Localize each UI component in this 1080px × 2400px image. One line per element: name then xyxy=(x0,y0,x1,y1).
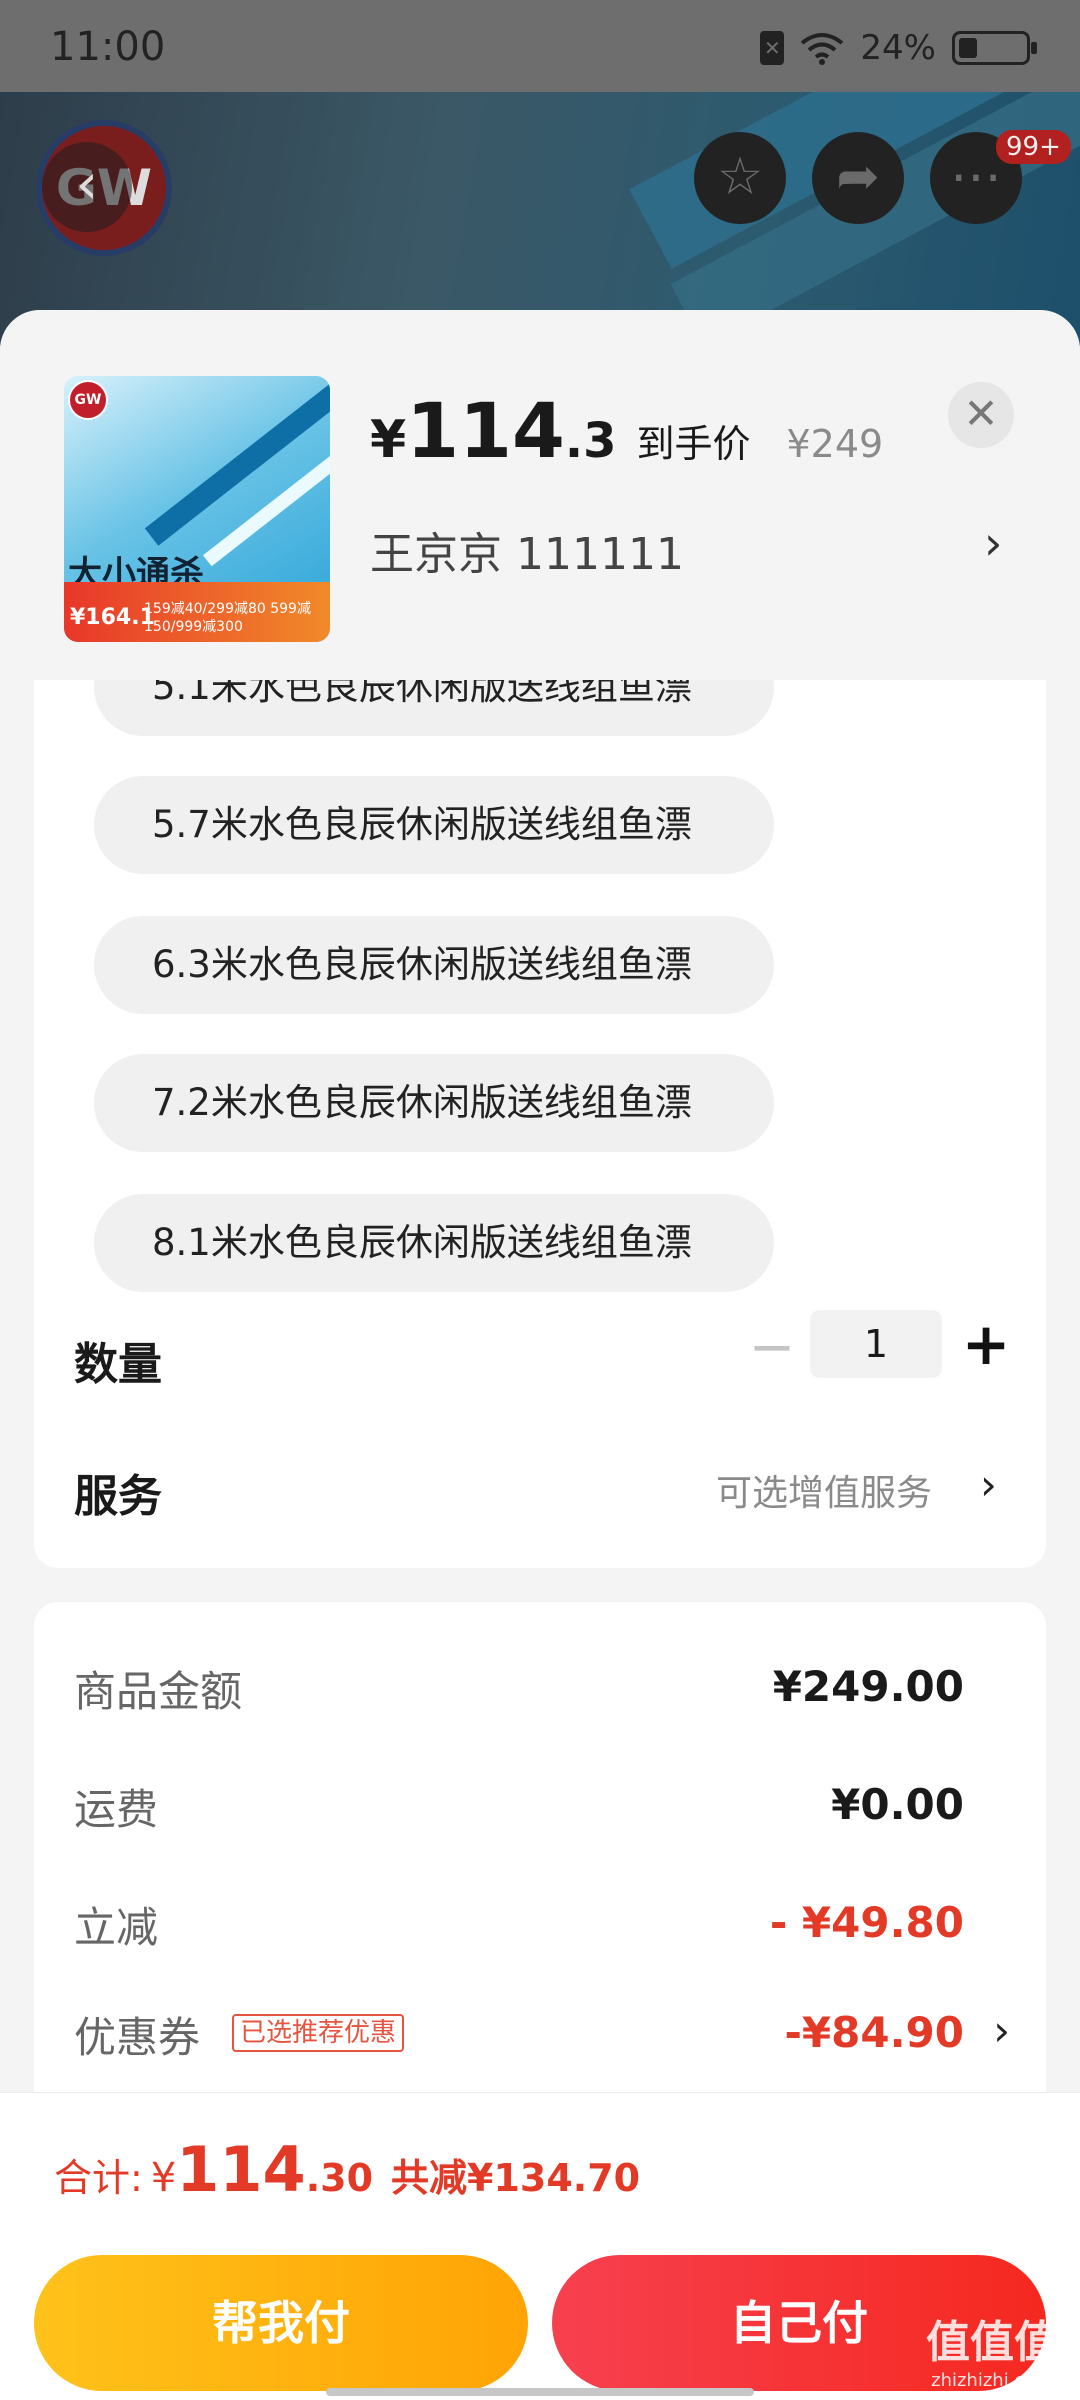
price-integer: 114 xyxy=(406,386,565,475)
chevron-right-icon[interactable]: › xyxy=(984,516,1002,570)
delivery-address[interactable]: 王京京 111111 xyxy=(370,518,684,582)
watermark-text: 值值值 xyxy=(926,2317,1058,2368)
spec-option[interactable]: 5.1米水色良辰休闲版送线组鱼漂 xyxy=(94,680,774,736)
status-time: 11:00 xyxy=(50,24,166,70)
chevron-right-icon[interactable]: › xyxy=(980,1460,997,1509)
favorite-star-icon[interactable]: ☆ xyxy=(694,132,786,224)
summary-row-discount: 立减 - ¥49.80 xyxy=(74,1894,1014,1964)
price-row: ¥ 114 .3 到手价 ¥249 xyxy=(370,386,883,475)
quantity-label: 数量 xyxy=(74,1339,162,1390)
coupon-value: -¥84.90 xyxy=(784,2008,964,2057)
spec-option[interactable]: 8.1米水色良辰休闲版送线组鱼漂 xyxy=(94,1194,774,1292)
back-button[interactable]: ‹ xyxy=(42,142,132,232)
quantity-decrease-button[interactable]: − xyxy=(742,1318,802,1378)
summary-row-coupon[interactable]: 优惠券 已选推荐优惠 -¥84.90 › xyxy=(74,2004,1014,2074)
original-price: ¥249 xyxy=(786,422,884,466)
battery-percent: 24% xyxy=(860,28,936,68)
sim-off-icon: ✕ xyxy=(760,31,785,65)
thumbnail-logo: GW xyxy=(68,380,108,420)
total-decimal: .30 xyxy=(305,2156,374,2200)
total-symbol: ¥ xyxy=(150,2155,177,2201)
shipping-label: 运费 xyxy=(74,1785,159,1834)
status-bar: 11:00 ✕ 24% xyxy=(0,0,1080,92)
goods-amount-label: 商品金额 xyxy=(74,1667,243,1716)
coupon-recommend-tag: 已选推荐优惠 xyxy=(232,2014,405,2052)
total-label: 合计: xyxy=(54,2156,143,2200)
quantity-field[interactable]: 1 xyxy=(810,1310,942,1378)
product-thumbnail: GW 大小通杀 ¥164.1 159减40/299减80 599减150/999… xyxy=(64,376,330,642)
final-price-tag: 到手价 xyxy=(636,422,751,466)
status-icons: ✕ 24% xyxy=(760,28,1037,68)
summary-row-shipping: 运费 ¥0.00 xyxy=(74,1776,1014,1846)
coupon-label: 优惠券 xyxy=(74,2013,201,2062)
sheet-header: GW 大小通杀 ¥164.1 159减40/299减80 599减150/999… xyxy=(0,310,1080,680)
chevron-right-icon[interactable]: › xyxy=(993,2006,1010,2055)
total-integer: 114 xyxy=(176,2133,306,2206)
price-decimal: .3 xyxy=(564,413,617,469)
service-hint[interactable]: 可选增值服务 xyxy=(716,1464,932,1516)
thumbnail-price: ¥164.1 xyxy=(70,605,155,630)
summary-row-goods: 商品金额 ¥249.00 xyxy=(74,1658,1014,1728)
checkout-bar: 合计: ¥ 114 .30 共减¥134.70 帮我付 自己付 xyxy=(0,2092,1080,2400)
wifi-icon xyxy=(801,33,844,65)
home-indicator[interactable] xyxy=(326,2388,754,2396)
shipping-value: ¥0.00 xyxy=(831,1780,964,1829)
spec-options-card: 5.1米水色良辰休闲版送线组鱼漂 5.7米水色良辰休闲版送线组鱼漂 6.3米水色… xyxy=(34,680,1046,1568)
goods-amount-value: ¥249.00 xyxy=(772,1662,964,1711)
thumbnail-deal: 159减40/299减80 599减150/999减300 xyxy=(144,601,311,635)
price-symbol: ¥ xyxy=(370,410,407,470)
battery-icon xyxy=(952,31,1037,65)
watermark-url: zhizhizhi.com xyxy=(931,2370,1053,2391)
total-saved: 共减¥134.70 xyxy=(391,2156,641,2200)
total-row: 合计: ¥ 114 .30 共减¥134.70 xyxy=(54,2133,640,2206)
spec-option[interactable]: 6.3米水色良辰休闲版送线组鱼漂 xyxy=(94,916,774,1014)
service-label: 服务 xyxy=(74,1471,162,1522)
price-summary-card: 商品金额 ¥249.00 运费 ¥0.00 立减 - ¥49.80 优惠券 已选… xyxy=(34,1602,1046,2122)
discount-label: 立减 xyxy=(74,1903,159,1952)
purchase-sheet: GW 大小通杀 ¥164.1 159减40/299减80 599减150/999… xyxy=(0,310,1080,2400)
spec-option[interactable]: 5.7米水色良辰休闲版送线组鱼漂 xyxy=(94,776,774,874)
help-me-pay-button[interactable]: 帮我付 xyxy=(34,2255,528,2391)
quantity-increase-button[interactable]: + xyxy=(956,1312,1016,1376)
spec-option[interactable]: 7.2米水色良辰休闲版送线组鱼漂 xyxy=(94,1054,774,1152)
close-button[interactable]: ✕ xyxy=(948,382,1014,448)
discount-value: - ¥49.80 xyxy=(769,1898,964,1947)
message-badge: 99+ xyxy=(996,130,1071,164)
share-icon[interactable]: ➦ xyxy=(812,132,904,224)
site-watermark: 值值值 zhizhizhi.com xyxy=(926,2306,1058,2391)
